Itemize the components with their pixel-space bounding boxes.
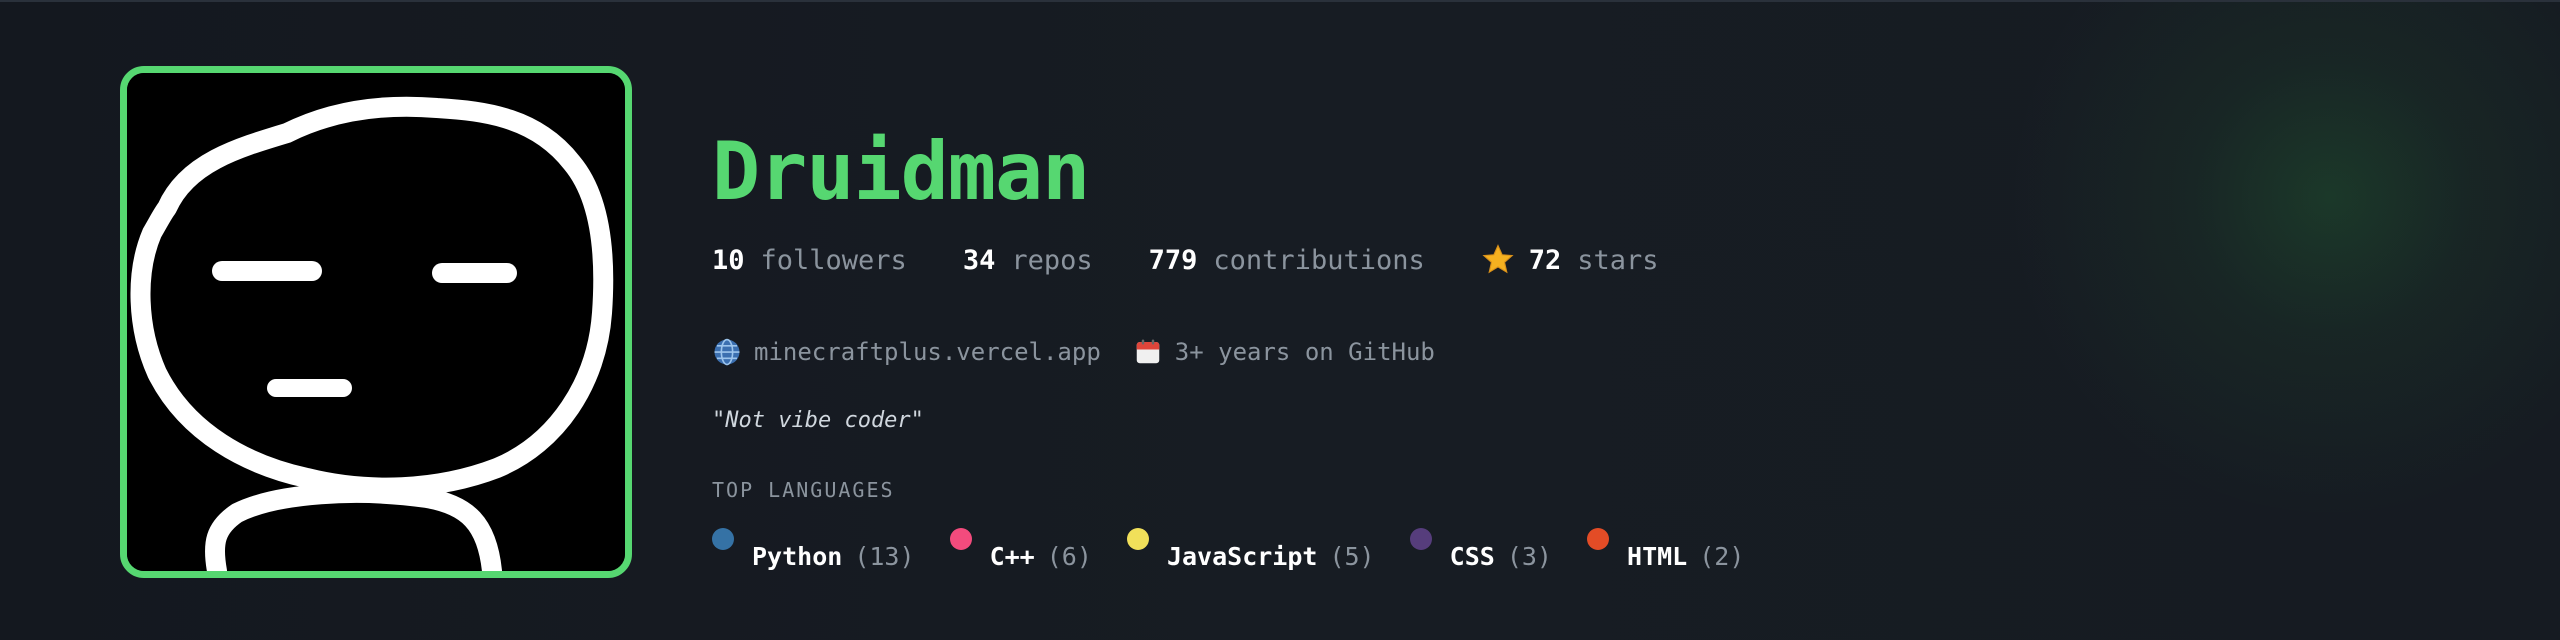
stat-value: 72: [1528, 244, 1562, 276]
stat-label: followers: [760, 244, 907, 276]
account-age-text: 3+ years on GitHub: [1174, 338, 1435, 366]
language-name: JavaScript: [1166, 542, 1318, 571]
language-count: (5): [1329, 542, 1375, 571]
stat-value: 779: [1148, 244, 1198, 276]
globe-icon: [714, 338, 740, 366]
language-name: CSS: [1449, 542, 1495, 571]
stat-label: contributions: [1213, 244, 1425, 276]
language-dot: [1409, 528, 1432, 550]
meta-row: minecraftplus.vercel.app 3+ years on Git…: [712, 332, 1467, 372]
language-dot: [1126, 528, 1149, 550]
stat-label: stars: [1577, 244, 1659, 276]
stats-row: 10 followers 34 repos 779 contributions …: [712, 240, 1715, 280]
languages-list: Python(13) Python (13) C++(6) C++ (6) Ja…: [712, 520, 1779, 580]
account-age: 3+ years on GitHub: [1133, 337, 1435, 367]
avatar[interactable]: [120, 66, 632, 578]
language-name: Python: [752, 542, 843, 571]
language-item: JavaScript(5) JavaScript (5): [1126, 520, 1378, 580]
bio-quote: "Not vibe coder": [712, 408, 924, 433]
stat-followers[interactable]: 10 followers: [712, 245, 907, 276]
language-count: (3): [1506, 542, 1552, 571]
stat-repos[interactable]: 34 repos: [963, 245, 1093, 276]
profile-card: Druidman 10 followers 34 repos 779 contr…: [0, 0, 2560, 640]
star-icon: [1482, 244, 1514, 274]
stat-value: 10: [712, 244, 745, 276]
language-dot: [1587, 528, 1610, 550]
languages-title: TOP LANGUAGES: [712, 478, 895, 502]
language-count: (6): [1046, 542, 1092, 571]
language-name: C++: [989, 542, 1035, 571]
website-text: minecraftplus.vercel.app: [754, 338, 1101, 366]
stat-value: 34: [962, 244, 996, 276]
language-item: Python(13) Python (13): [712, 520, 918, 580]
language-dot: [949, 528, 972, 550]
language-dot: [712, 528, 734, 550]
language-count: (13): [854, 542, 915, 571]
calendar-icon: [1136, 339, 1160, 364]
language-item: C++(6) C++ (6): [949, 520, 1095, 580]
stat-contributions[interactable]: 779 contributions: [1149, 245, 1425, 276]
stat-label: repos: [1011, 244, 1093, 276]
language-count: (2): [1699, 542, 1745, 571]
language-item: CSS(3) CSS (3): [1409, 520, 1555, 580]
profile-name[interactable]: Druidman: [712, 122, 1090, 222]
avatar-drawing: [127, 73, 625, 571]
language-item: HTML(2) HTML (2): [1587, 520, 1747, 580]
language-name: HTML: [1627, 542, 1688, 571]
website-link[interactable]: minecraftplus.vercel.app: [712, 337, 1101, 367]
stat-stars[interactable]: 72 stars: [1481, 243, 1659, 277]
